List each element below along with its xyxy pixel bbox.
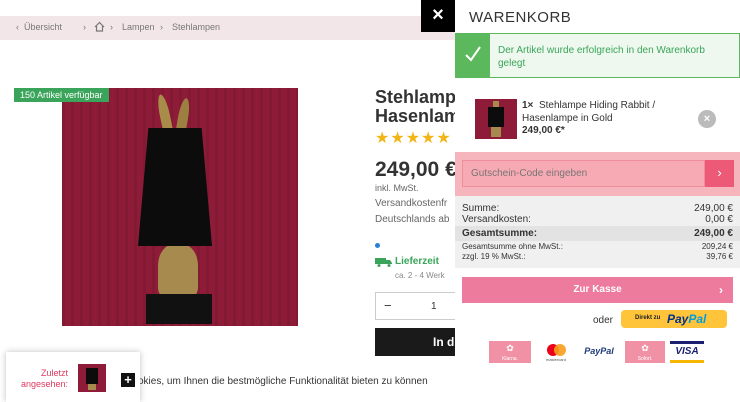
vat-note: inkl. MwSt. <box>375 183 419 193</box>
sofort-glyph: ✿ <box>641 343 649 353</box>
chevron-right-icon: › <box>719 283 723 297</box>
cart-panel: WARENKORB Der Artikel wurde erfolgreich … <box>455 0 740 402</box>
klarna-icon: ✿ Klarna. <box>489 341 531 363</box>
summary-row-sum: Summe: 249,00 € <box>462 203 733 214</box>
klarna-glyph: ✿ <box>506 343 514 353</box>
voucher-input[interactable] <box>462 160 705 187</box>
product-image[interactable] <box>62 88 298 326</box>
breadcrumb-item-stehlampen[interactable]: Stehlampen <box>172 22 220 32</box>
cart-summary: Summe: 249,00 € Versandkosten: 0,00 € Ge… <box>455 196 740 268</box>
checkmark-icon <box>465 46 481 62</box>
paypal-label: PayPal <box>584 346 614 356</box>
lamp-shade <box>86 368 98 384</box>
voucher-submit-button[interactable]: › <box>705 160 734 187</box>
cart-title: WARENKORB <box>469 9 572 26</box>
paypal-logo: PayPal <box>667 312 706 326</box>
summary-value: 209,24 € <box>701 242 733 251</box>
cart-item-price: 249,00 €* <box>522 125 565 136</box>
lamp-base <box>146 294 212 324</box>
mastercard-label: mastercard <box>545 357 566 362</box>
paypal-icon: PayPal <box>577 341 621 363</box>
info-dot <box>375 243 380 248</box>
cart-item-title: Stehlampe Hiding Rabbit / Hasenlampe in … <box>522 100 656 124</box>
truck-icon <box>375 258 392 267</box>
last-seen-expand-button[interactable]: + <box>121 373 135 387</box>
summary-label: Gesamtsumme: <box>462 228 538 239</box>
lamp-shade <box>488 107 504 127</box>
remove-item-button[interactable]: × <box>698 110 716 128</box>
summary-row-tax: zzgl. 19 % MwSt.: 39,76 € <box>462 252 733 261</box>
checkout-button[interactable]: Zur Kasse › <box>462 277 733 303</box>
rabbit-body <box>158 244 198 298</box>
voucher-section: › <box>455 152 740 196</box>
success-message: Der Artikel wurde erfolgreich in den War… <box>498 45 705 69</box>
sofort-icon: ✿ Sofort. <box>625 341 665 363</box>
quantity-stepper[interactable]: − 1 <box>375 292 465 320</box>
visa-stripe <box>670 360 704 363</box>
paypal-direct-label: Direkt zu <box>635 315 661 321</box>
quantity-minus-button[interactable]: − <box>384 298 392 313</box>
summary-row-total: Gesamtsumme: 249,00 € <box>455 226 740 241</box>
cart-item-image[interactable] <box>475 99 517 139</box>
rating-stars[interactable]: ★★★★★ <box>375 128 452 148</box>
breadcrumb-item-lampen[interactable]: Lampen <box>122 22 155 32</box>
lamp-shade <box>138 128 212 246</box>
breadcrumb-separator: › <box>160 22 163 32</box>
last-seen-widget: Zuletzt angesehen: + <box>6 352 140 402</box>
product-title-line: Stehlampe <box>375 87 467 107</box>
visa-icon: VISA <box>670 341 704 363</box>
stock-badge: 150 Artikel verfügbar <box>14 88 109 102</box>
summary-label: Gesamtsumme ohne MwSt.: <box>462 242 563 251</box>
paypal-express-button[interactable]: Direkt zu PayPal <box>621 310 727 328</box>
quantity-value[interactable]: 1 <box>431 301 437 312</box>
breadcrumb-back-label: Übersicht <box>24 22 63 32</box>
delivery-time: ca. 2 - 4 Werk <box>395 271 445 280</box>
visa-label: VISA <box>675 346 699 357</box>
breadcrumb-separator: › <box>83 22 86 32</box>
summary-row-net: Gesamtsumme ohne MwSt.: 209,24 € <box>462 242 733 251</box>
add-to-cart-label: In d <box>433 335 455 349</box>
shipping-note: Versandkostenfr <box>375 198 448 209</box>
visa-stripe <box>670 341 704 344</box>
summary-value: 0,00 € <box>705 214 733 225</box>
cart-item-name[interactable]: 1× Stehlampe Hiding Rabbit / Hasenlampe … <box>522 99 702 125</box>
summary-value: 249,00 € <box>694 228 733 239</box>
summary-row-shipping: Versandkosten: 0,00 € <box>462 214 733 225</box>
summary-label: Versandkosten: <box>462 214 531 225</box>
product-price: 249,00 € <box>375 158 457 181</box>
success-alert: Der Artikel wurde erfolgreich in den War… <box>455 33 740 78</box>
last-seen-thumbnail[interactable] <box>78 364 106 392</box>
product-title-line: Hasenlam <box>375 106 461 126</box>
lamp-base <box>491 127 501 137</box>
summary-value: 249,00 € <box>694 203 733 214</box>
lamp-base <box>88 384 96 390</box>
checkout-label: Zur Kasse <box>573 284 622 295</box>
summary-label: zzgl. 19 % MwSt.: <box>462 252 526 261</box>
delivery-label: Lieferzeit <box>395 256 439 267</box>
mastercard-circle <box>554 344 566 356</box>
product-title: Stehlampe Hasenlam <box>375 88 466 126</box>
add-to-cart-button[interactable]: In d <box>375 328 465 356</box>
paypal-logo-pal: Pal <box>688 312 707 326</box>
last-seen-label: Zuletzt angesehen: <box>20 368 68 389</box>
klarna-label: Klarna. <box>502 356 518 362</box>
cookie-notice: okies, um Ihnen die bestmögliche Funktio… <box>138 376 428 387</box>
success-icon-box <box>456 34 490 77</box>
paypal-logo-pay: Pay <box>667 312 689 326</box>
sofort-label: Sofort. <box>637 356 653 362</box>
summary-label: Summe: <box>462 203 500 214</box>
cart-item-qty: 1× <box>522 100 534 111</box>
mastercard-icon: mastercard <box>540 341 572 363</box>
summary-value: 39,76 € <box>706 252 733 261</box>
breadcrumb-back-link[interactable]: ‹ Übersicht <box>16 22 62 32</box>
breadcrumb-separator: › <box>110 22 113 32</box>
shipping-note: Deutschlands ab <box>375 214 450 225</box>
close-cart-button[interactable]: × <box>421 0 455 32</box>
or-label: oder <box>593 315 614 326</box>
home-icon[interactable] <box>94 21 105 34</box>
